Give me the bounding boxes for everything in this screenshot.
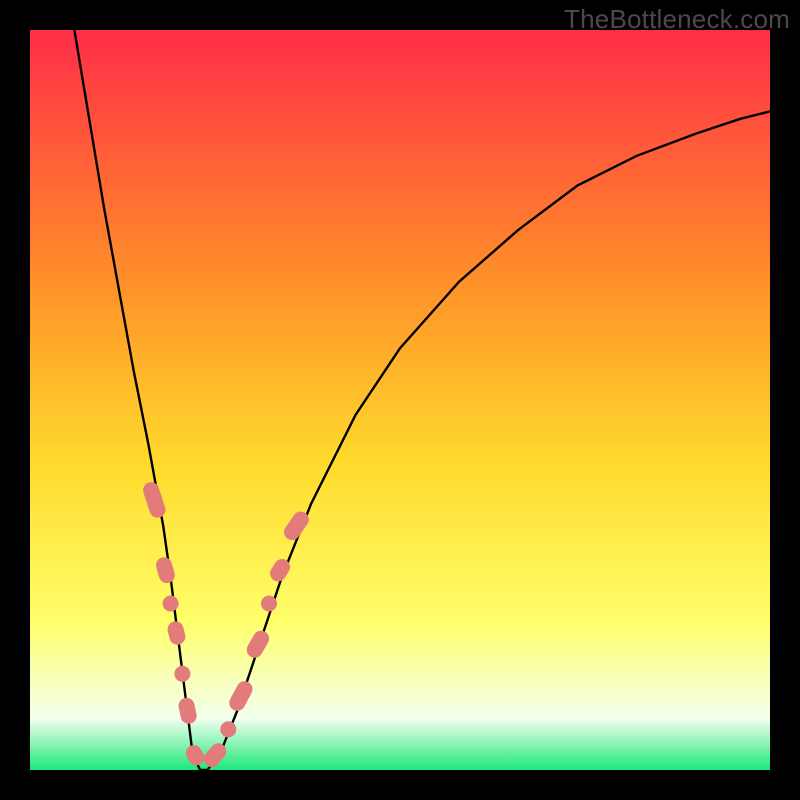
marker-dot: [174, 666, 190, 682]
marker-dot: [261, 596, 277, 612]
chart-frame: TheBottleneck.com: [0, 0, 800, 800]
marker-dot: [220, 721, 236, 737]
plot-area: [30, 30, 770, 770]
marker-dot: [163, 596, 179, 612]
bottleneck-chart: [30, 30, 770, 770]
gradient-background: [30, 30, 770, 770]
